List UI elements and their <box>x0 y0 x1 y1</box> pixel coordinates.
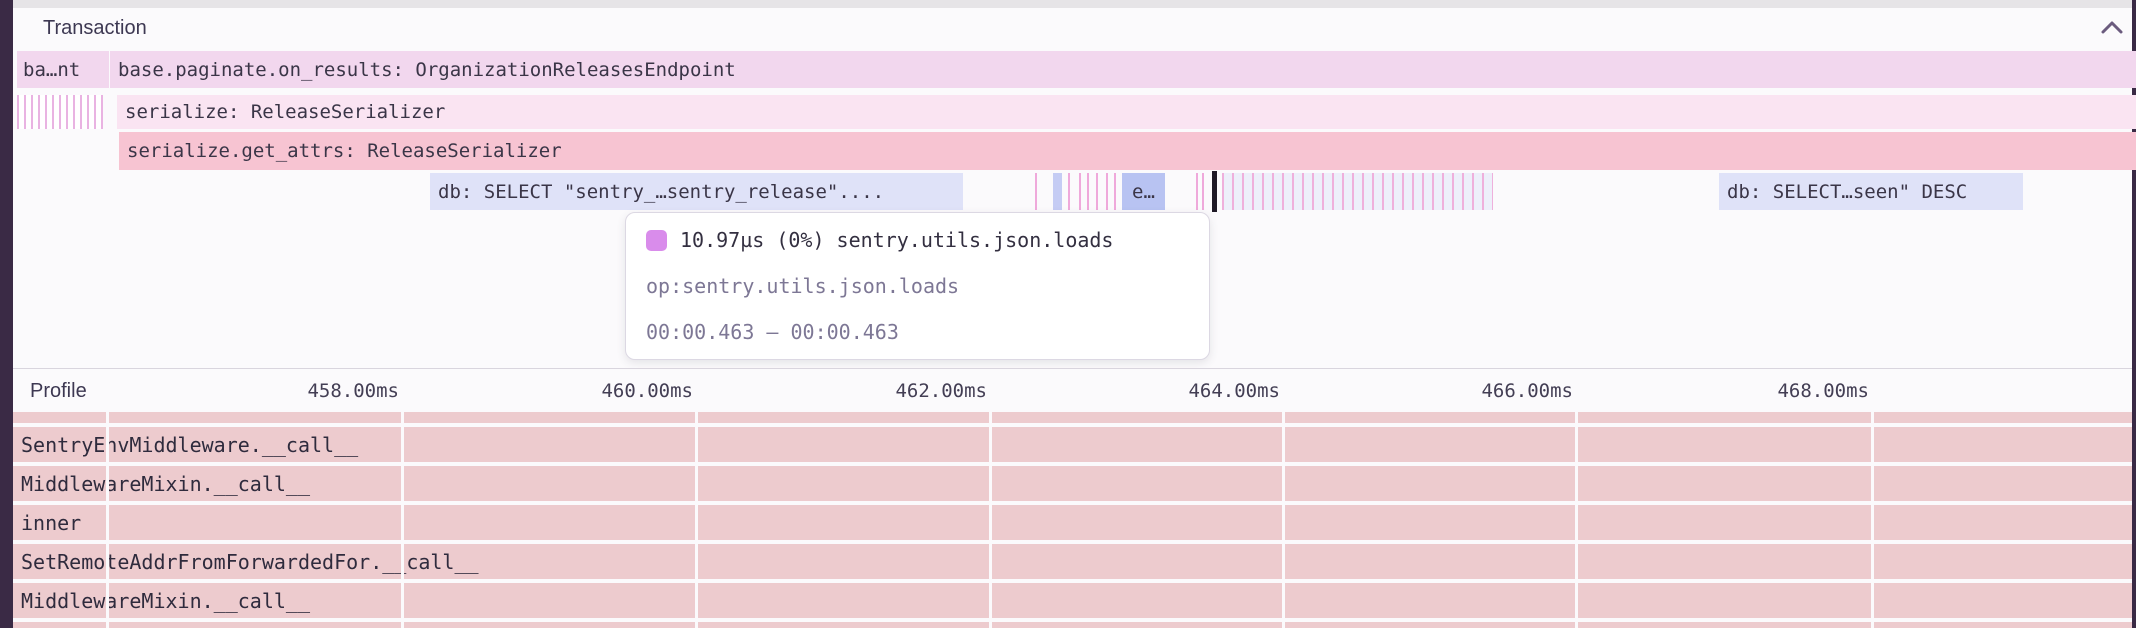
span-tick <box>1035 173 1037 210</box>
transaction-title: Transaction <box>43 17 147 40</box>
span-bar-db-select-desc[interactable]: db: SELECT…seen" DESC <box>1719 173 2023 210</box>
span-bar-serialize[interactable]: serialize: ReleaseSerializer <box>117 95 2136 129</box>
flame-frame-partial-top[interactable] <box>13 412 2132 423</box>
top-minimap-strip <box>13 0 2132 8</box>
time-tick-label: 458.00ms <box>249 380 399 402</box>
time-tick-label: 466.00ms <box>1423 380 1573 402</box>
span-tick <box>1196 173 1198 210</box>
span-color-swatch <box>646 230 667 251</box>
flame-frame[interactable]: MiddlewareMixin.__call__ <box>13 583 2132 618</box>
time-tick-label: 464.00ms <box>1130 380 1280 402</box>
span-tick <box>1202 173 1204 210</box>
playhead-cursor[interactable] <box>1212 171 1217 212</box>
flame-gridline <box>401 412 404 628</box>
span-mini-bar[interactable] <box>1053 173 1062 210</box>
tooltip-op-line: op:sentry.utils.json.loads <box>646 274 1189 298</box>
span-bar-truncated-e[interactable]: e… <box>1122 173 1165 210</box>
profile-title: Profile <box>30 380 87 403</box>
flame-gridline <box>695 412 698 628</box>
span-bar-base-paginate[interactable]: base.paginate.on_results: OrganizationRe… <box>110 51 2136 88</box>
time-tick-label: 460.00ms <box>543 380 693 402</box>
sentry-trace-view: Transaction ba…nt base.paginate.on_resul… <box>0 0 2136 628</box>
span-tick <box>1114 173 1116 210</box>
span-bar-truncated[interactable]: ba…nt <box>17 51 109 88</box>
flame-gridline <box>106 412 109 628</box>
flame-frame-partial-bottom[interactable] <box>13 622 2132 628</box>
left-edge-strip <box>0 0 13 628</box>
tooltip-time-range: 00:00.463 — 00:00.463 <box>646 320 1189 344</box>
span-bar-serialize-get-attrs[interactable]: serialize.get_attrs: ReleaseSerializer <box>119 132 2136 170</box>
span-tooltip: 10.97µs (0%) sentry.utils.json.loads op:… <box>625 212 1210 360</box>
transaction-header: Transaction <box>13 8 2132 48</box>
span-dense-ticks-region <box>1222 173 1493 210</box>
tooltip-duration-line: 10.97µs (0%) sentry.utils.json.loads <box>646 228 1189 252</box>
flame-frame[interactable]: inner <box>13 505 2132 540</box>
tooltip-duration-text: 10.97µs (0%) sentry.utils.json.loads <box>680 228 1113 252</box>
span-tick <box>1079 173 1081 210</box>
flame-frame[interactable]: MiddlewareMixin.__call__ <box>13 466 2132 501</box>
flame-gridline <box>1282 412 1285 628</box>
time-tick-label: 462.00ms <box>837 380 987 402</box>
span-striped-region <box>17 95 103 129</box>
span-bar-db-select-release[interactable]: db: SELECT "sentry_…sentry_release".... <box>430 173 963 210</box>
flame-gridline <box>1871 412 1874 628</box>
span-tick <box>1068 173 1070 210</box>
span-tick <box>1096 173 1098 210</box>
span-tick <box>1087 173 1089 210</box>
chevron-up-icon[interactable] <box>2098 18 2126 38</box>
flame-gridline <box>989 412 992 628</box>
span-tick <box>1106 173 1108 210</box>
flame-gridline <box>1575 412 1578 628</box>
flame-frame[interactable]: SetRemoteAddrFromForwardedFor.__call__ <box>13 544 2132 579</box>
time-tick-label: 468.00ms <box>1719 380 1869 402</box>
flame-frame[interactable]: SentryEnvMiddleware.__call__ <box>13 427 2132 462</box>
